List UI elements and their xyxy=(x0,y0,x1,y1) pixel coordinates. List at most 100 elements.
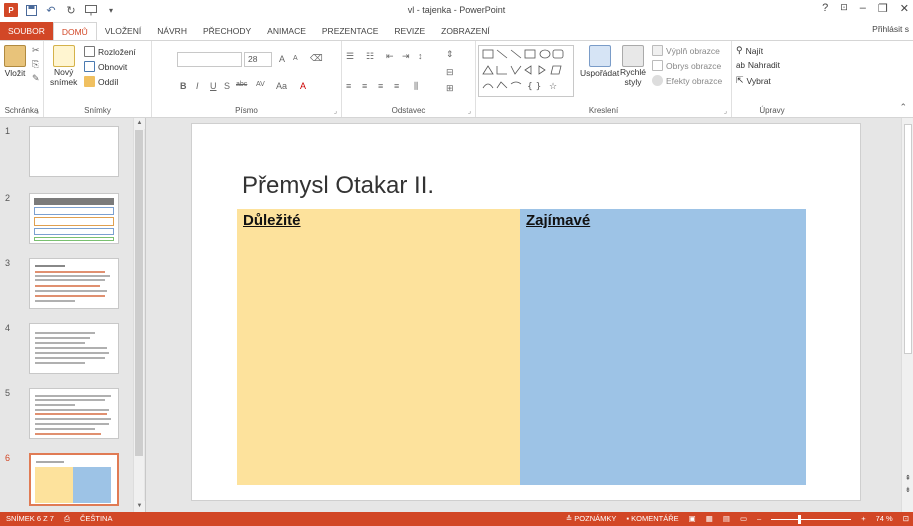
tab-slideshow[interactable]: PREZENTACE xyxy=(314,22,387,40)
tab-review[interactable]: REVIZE xyxy=(386,22,433,40)
drawing-launcher-icon[interactable]: ⌟ xyxy=(724,107,727,115)
tab-animations[interactable]: ANIMACE xyxy=(259,22,314,40)
align-text-icon[interactable]: ⊟ xyxy=(446,67,454,78)
minimize-button[interactable]: – xyxy=(860,2,866,15)
align-right-icon[interactable]: ≡ xyxy=(378,81,383,91)
slide-title[interactable]: Přemysl Otakar II. xyxy=(242,172,434,200)
grow-font-button[interactable]: A xyxy=(279,54,285,64)
shapes-gallery[interactable]: { } ☆ xyxy=(478,45,574,97)
slide-thumbnail-3[interactable] xyxy=(29,258,119,309)
important-heading: Důležité xyxy=(243,212,301,229)
clipboard-group: Vložit ✂ ⎘ ✎ Schránka ⌟ xyxy=(0,41,44,117)
language-indicator[interactable]: ČEŠTINA xyxy=(80,512,113,526)
clipboard-launcher-icon[interactable]: ⌟ xyxy=(36,107,39,115)
copy-icon[interactable]: ⎘ xyxy=(32,59,39,70)
font-color-button[interactable]: A xyxy=(300,81,306,91)
tab-insert[interactable]: VLOŽENÍ xyxy=(97,22,149,40)
tab-transitions[interactable]: PŘECHODY xyxy=(195,22,259,40)
numbering-icon[interactable]: ☷ xyxy=(366,51,374,62)
bullets-icon[interactable]: ☰ xyxy=(346,51,354,62)
thumbnail-scrollbar[interactable]: ▲ ▼ xyxy=(133,118,145,512)
thumbnail-text-line xyxy=(35,418,111,420)
tab-design[interactable]: NÁVRH xyxy=(149,22,195,40)
align-left-icon[interactable]: ≡ xyxy=(346,81,351,91)
tab-view[interactable]: ZOBRAZENÍ xyxy=(433,22,498,40)
character-spacing-button[interactable]: AV xyxy=(256,81,265,88)
clear-formatting-icon[interactable]: ⌫ xyxy=(310,53,323,64)
slide-thumbnail-1[interactable] xyxy=(29,126,119,177)
slide-thumbnail-2[interactable] xyxy=(29,193,119,244)
align-center-icon[interactable]: ≡ xyxy=(362,81,367,91)
find-button[interactable]: ⚲ Najít xyxy=(736,45,763,56)
scroll-up-icon[interactable]: ▲ xyxy=(134,118,145,129)
select-button[interactable]: ⇱ Vybrat xyxy=(736,75,771,86)
reading-view-icon[interactable]: ▤ xyxy=(723,512,730,526)
shrink-font-button[interactable]: A xyxy=(293,55,298,62)
layout-button[interactable]: Rozložení xyxy=(84,46,136,57)
slide-thumbnail-5[interactable] xyxy=(29,388,119,439)
normal-view-icon[interactable]: ▣ xyxy=(689,512,696,526)
zoom-slider-knob[interactable] xyxy=(798,514,802,524)
smartart-icon[interactable]: ⊞ xyxy=(446,83,454,94)
slideshow-view-icon[interactable]: ▭ xyxy=(740,512,747,526)
thumbnail-text-line xyxy=(35,347,107,349)
change-case-button[interactable]: Aa xyxy=(276,81,287,91)
fit-to-window-icon[interactable]: ⊡ xyxy=(903,512,909,526)
line-spacing-icon[interactable]: ↕ xyxy=(418,51,423,61)
slide-canvas[interactable]: Přemysl Otakar II. Důležité Zajímavé xyxy=(191,123,861,501)
shape-effects-button[interactable]: Efekty obrazce xyxy=(652,75,722,86)
interesting-column[interactable]: Zajímavé xyxy=(520,209,806,485)
help-icon[interactable]: ? xyxy=(822,2,828,15)
slide-scrollbar[interactable]: ⇞ ⇟ xyxy=(901,118,913,512)
quick-styles-button[interactable]: Rychlé styly xyxy=(620,45,646,87)
new-slide-button[interactable]: Nový snímek xyxy=(50,45,77,87)
close-button[interactable]: ✕ xyxy=(900,2,909,15)
notes-button[interactable]: ≙ POZNÁMKY xyxy=(566,512,616,526)
zoom-level[interactable]: 74 % xyxy=(876,512,893,526)
zoom-in-button[interactable]: + xyxy=(861,512,865,526)
comments-button[interactable]: ▪ KOMENTÁŘE xyxy=(626,512,678,526)
shape-fill-button[interactable]: Výplň obrazce xyxy=(652,45,720,56)
font-family-combo[interactable] xyxy=(177,52,242,67)
tab-home[interactable]: DOMŮ xyxy=(52,22,97,40)
cut-icon[interactable]: ✂ xyxy=(32,45,40,56)
format-painter-icon[interactable]: ✎ xyxy=(32,73,40,84)
font-launcher-icon[interactable]: ⌟ xyxy=(334,107,337,115)
restore-button[interactable]: ❐ xyxy=(878,2,888,15)
justify-icon[interactable]: ≡ xyxy=(394,81,399,91)
bold-button[interactable]: B xyxy=(180,81,187,91)
reset-button[interactable]: Obnovit xyxy=(84,61,127,72)
increase-indent-icon[interactable]: ⇥ xyxy=(402,51,410,62)
spellcheck-icon[interactable]: ⎙ xyxy=(64,512,70,526)
font-size-combo[interactable]: 28 xyxy=(244,52,272,67)
decrease-indent-icon[interactable]: ⇤ xyxy=(386,51,394,62)
thumbnail-scroll-thumb[interactable] xyxy=(135,130,143,456)
section-button[interactable]: Oddíl xyxy=(84,76,118,87)
slide-scroll-thumb[interactable] xyxy=(904,124,912,354)
next-slide-icon[interactable]: ⇟ xyxy=(905,486,911,494)
paste-button[interactable]: Vložit xyxy=(4,45,26,78)
zoom-out-button[interactable]: – xyxy=(757,512,761,526)
collapse-ribbon-icon[interactable]: ⌃ xyxy=(899,102,907,113)
strikethrough-button[interactable]: abc xyxy=(236,81,247,88)
sign-in-link[interactable]: Přihlásit s xyxy=(872,24,909,34)
italic-button[interactable]: I xyxy=(196,81,199,91)
arrange-button[interactable]: Uspořádat xyxy=(580,45,619,78)
replace-button[interactable]: ab Nahradit xyxy=(736,60,780,70)
shadow-button[interactable]: S xyxy=(224,81,230,91)
ribbon-display-icon[interactable]: ⊡ xyxy=(840,2,848,15)
thumbnail-text-line xyxy=(35,332,95,334)
zoom-slider[interactable] xyxy=(771,514,852,524)
slide-thumbnail-6[interactable] xyxy=(29,453,119,506)
tab-file[interactable]: SOUBOR xyxy=(0,22,53,40)
scroll-down-icon[interactable]: ▼ xyxy=(134,501,145,512)
paragraph-launcher-icon[interactable]: ⌟ xyxy=(468,107,471,115)
shape-outline-button[interactable]: Obrys obrazce xyxy=(652,60,721,71)
slide-sorter-icon[interactable]: ▦ xyxy=(706,512,713,526)
important-column[interactable]: Důležité xyxy=(237,209,520,485)
slide-thumbnail-4[interactable] xyxy=(29,323,119,374)
text-direction-icon[interactable]: ⇕ xyxy=(446,49,454,60)
columns-icon[interactable]: ⫼ xyxy=(414,81,418,92)
prev-slide-icon[interactable]: ⇞ xyxy=(905,474,911,482)
underline-button[interactable]: U xyxy=(210,81,217,91)
